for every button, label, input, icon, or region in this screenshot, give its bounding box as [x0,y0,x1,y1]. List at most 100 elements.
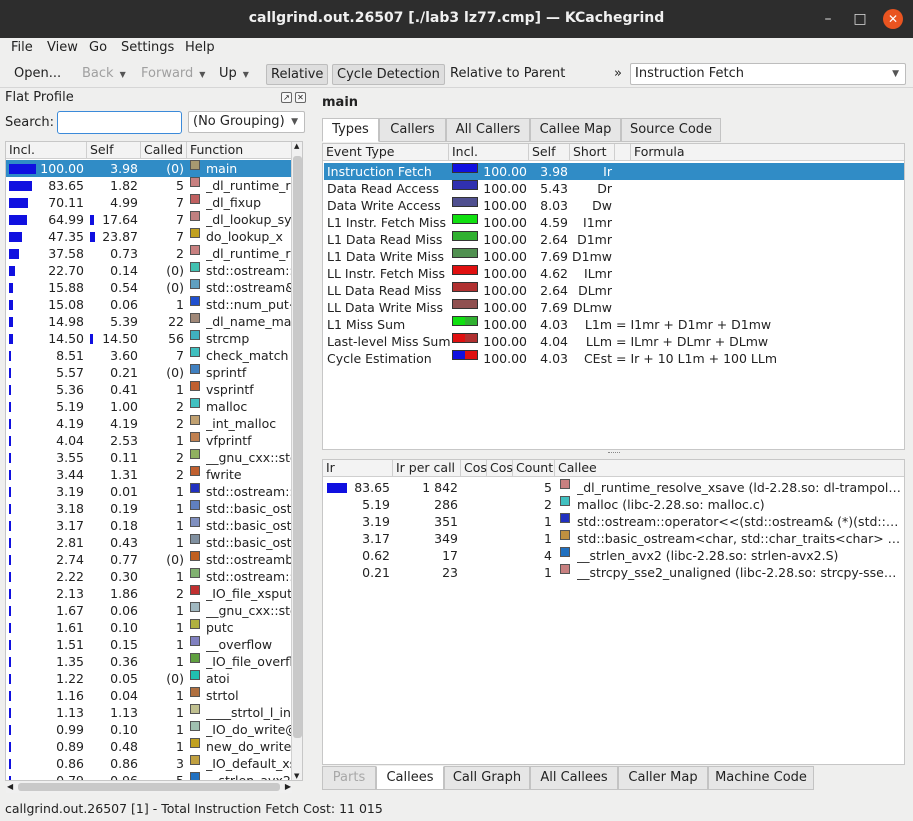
toolbar-overflow-button[interactable]: » [610,64,626,85]
scroll-right-icon[interactable]: ▶ [285,782,291,791]
table-row[interactable]: 3.19 0.01 1 std::ostream::operator<< [6,483,292,500]
search-input[interactable] [57,111,182,134]
table-row[interactable]: 1.13 1.13 1 ____strtol_l_internal [6,704,292,721]
column-header-self[interactable]: Self [529,144,570,161]
column-header-callee[interactable]: Callee [555,460,904,477]
column-header-event-type[interactable]: Event Type [323,144,449,161]
table-row[interactable]: Data Read Access 100.00 5.43 Dr [324,180,904,197]
table-row[interactable]: Last-level Miss Sum 100.00 4.04 LLm = ILmr +… [324,333,904,350]
tab-callees[interactable]: Callees [376,766,444,790]
column-header-incl[interactable]: Incl. [449,144,529,161]
column-header-function[interactable]: Function [187,142,302,159]
table-row[interactable]: 0.79 0.96 5 __strlen_avx2 [6,772,292,780]
column-header-formula[interactable]: Formula [631,144,904,161]
table-row[interactable]: 5.36 0.41 1 vsprintf [6,381,292,398]
column-header-blank[interactable] [615,144,631,161]
table-row[interactable]: 3.17 0.18 1 std::basic_ostream [6,517,292,534]
table-row[interactable]: LL Data Read Miss 100.00 2.64 DLmr [324,282,904,299]
table-row[interactable]: L1 Data Read Miss 100.00 2.64 D1mr [324,231,904,248]
column-header-called[interactable]: Called [141,142,187,159]
event-type-select[interactable]: Instruction Fetch ▼ [630,63,906,85]
menu-go[interactable]: Go [89,40,107,55]
flat-profile-vscrollbar[interactable]: ▲ ▼ [291,142,302,780]
table-row[interactable]: 3.19 351 1 std::ostream::operator<<(std::os… [324,513,904,530]
table-row[interactable]: 14.98 5.39 22 _dl_name_match_p [6,313,292,330]
table-row[interactable]: 0.62 17 4 __strlen_avx2 (libc-2.28.so: strl… [324,547,904,564]
float-dock-icon[interactable]: ↗ [281,92,292,103]
column-header-short[interactable]: Short [570,144,615,161]
table-row[interactable]: 100.00 3.98 (0) main [6,160,292,177]
forward-dropdown-icon[interactable]: ▼ [199,70,205,79]
table-row[interactable]: 1.16 0.04 1 strtol [6,687,292,704]
back-button[interactable]: Back ▼ [78,64,130,85]
table-row[interactable]: LL Data Write Miss 100.00 7.69 DLmw [324,299,904,316]
table-row[interactable]: 8.51 3.60 7 check_match [6,347,292,364]
table-row[interactable]: LL Instr. Fetch Miss 100.00 4.62 ILmr [324,265,904,282]
table-row[interactable]: 3.17 349 1 std::basic_ostream<char, std::ch… [324,530,904,547]
relative-to-parent-toggle[interactable]: Relative to Parent [446,64,569,85]
table-row[interactable]: 1.61 0.10 1 putc [6,619,292,636]
table-row[interactable]: 2.81 0.43 1 std::basic_ostream [6,534,292,551]
scroll-up-icon[interactable]: ▲ [294,142,299,150]
table-row[interactable]: 2.22 0.30 1 std::ostream::put [6,568,292,585]
table-row[interactable]: 83.65 1.82 5 _dl_runtime_resolve_xsave [6,177,292,194]
panel-splitter[interactable] [322,451,905,457]
menu-view[interactable]: View [47,40,78,55]
table-row[interactable]: Data Write Access 100.00 8.03 Dw [324,197,904,214]
column-header-cost-2[interactable]: Cos [487,460,513,477]
tab-call-graph[interactable]: Call Graph [444,766,530,790]
column-header-ir[interactable]: Ir [323,460,393,477]
table-row[interactable]: L1 Instr. Fetch Miss 100.00 4.59 I1mr [324,214,904,231]
column-header-incl[interactable]: Incl. [6,142,87,159]
hscroll-thumb[interactable] [18,783,280,791]
tab-source-code[interactable]: Source Code [621,118,721,142]
column-header-ir-per-call[interactable]: Ir per call [393,460,461,477]
table-row[interactable]: 70.11 4.99 7 _dl_fixup [6,194,292,211]
table-row[interactable]: L1 Miss Sum 100.00 4.03 L1m = I1mr + D1mr + … [324,316,904,333]
tab-all-callers[interactable]: All Callers [446,118,530,142]
grouping-select[interactable]: (No Grouping) ▼ [188,111,305,133]
table-row[interactable]: 0.21 23 1 __strcpy_sse2_unaligned (libc-2.2… [324,564,904,581]
table-row[interactable]: 5.19 286 2 malloc (libc-2.28.so: malloc.c) [324,496,904,513]
table-row[interactable]: 2.13 1.86 2 _IO_file_xsputn [6,585,292,602]
table-row[interactable]: 64.99 17.64 7 _dl_lookup_symbol_x [6,211,292,228]
table-row[interactable]: 1.51 0.15 1 __overflow [6,636,292,653]
close-dock-icon[interactable]: ✕ [295,92,306,103]
scroll-down-icon[interactable]: ▼ [294,772,299,780]
cycle-detection-toggle[interactable]: Cycle Detection [332,64,445,85]
table-row[interactable]: 22.70 0.14 (0) std::ostream::operator<< [6,262,292,279]
table-row[interactable]: 14.50 14.50 56 strcmp [6,330,292,347]
flat-profile-hscrollbar[interactable]: ◀ ▶ [6,781,292,793]
table-row[interactable]: 1.22 0.05 (0) atoi [6,670,292,687]
up-dropdown-icon[interactable]: ▼ [243,70,249,79]
menu-settings[interactable]: Settings [121,40,174,55]
menu-file[interactable]: File [11,40,33,55]
table-row[interactable]: 3.44 1.31 2 fwrite [6,466,292,483]
table-row[interactable]: 3.55 0.11 2 __gnu_cxx::stdio_sync_filebuf [6,449,292,466]
table-row[interactable]: 37.58 0.73 2 _dl_runtime_resolve_xsave'2 [6,245,292,262]
table-row[interactable]: 5.57 0.21 (0) sprintf [6,364,292,381]
scroll-left-icon[interactable]: ◀ [7,782,13,791]
minimize-icon[interactable]: – [818,9,838,29]
close-icon[interactable]: ✕ [883,9,903,29]
table-row[interactable]: L1 Data Write Miss 100.00 7.69 D1mw [324,248,904,265]
forward-button[interactable]: Forward ▼ [137,64,209,85]
table-row[interactable]: 2.74 0.77 (0) std::ostreambuf_iterator [6,551,292,568]
table-row[interactable]: 15.88 0.54 (0) std::ostream& std::__ostream… [6,279,292,296]
table-row[interactable]: 4.04 2.53 1 vfprintf [6,432,292,449]
relative-toggle[interactable]: Relative [266,64,329,85]
table-row[interactable]: 0.89 0.48 1 new_do_write [6,738,292,755]
table-row[interactable]: Instruction Fetch 100.00 3.98 Ir [324,163,904,180]
column-header-self[interactable]: Self [87,142,141,159]
open-button[interactable]: Open... [10,64,65,85]
table-row[interactable]: 5.19 1.00 2 malloc [6,398,292,415]
table-row[interactable]: 0.86 0.86 3 _IO_default_xsputn [6,755,292,772]
table-row[interactable]: 3.18 0.19 1 std::basic_ostream [6,500,292,517]
table-row[interactable]: Cycle Estimation 100.00 4.03 CEst = Ir + 10 … [324,350,904,367]
tab-all-callees[interactable]: All Callees [530,766,618,790]
menu-help[interactable]: Help [185,40,215,55]
tab-callers[interactable]: Callers [379,118,446,142]
back-dropdown-icon[interactable]: ▼ [120,70,126,79]
column-header-cost-1[interactable]: Cos [461,460,487,477]
column-header-count[interactable]: Count [513,460,555,477]
